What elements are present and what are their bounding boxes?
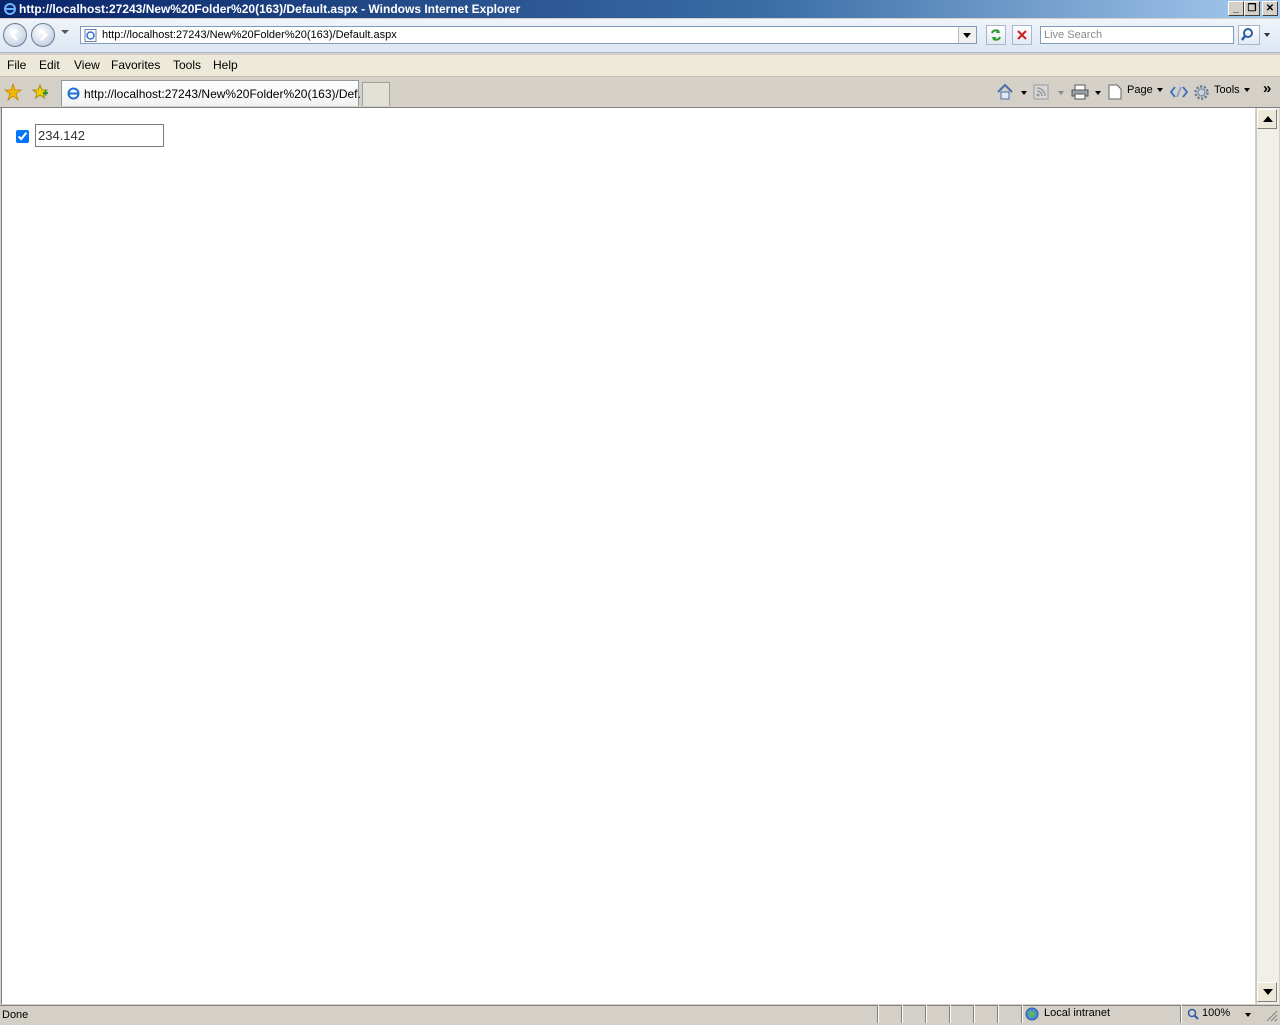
scroll-down-button[interactable]: [1257, 982, 1277, 1002]
status-divider: [1180, 1005, 1181, 1023]
scroll-up-button[interactable]: [1257, 109, 1277, 129]
status-divider: [973, 1005, 974, 1023]
magnifier-icon: [1241, 28, 1253, 41]
minimize-button[interactable]: _: [1228, 1, 1244, 16]
gear-icon: [1193, 84, 1210, 104]
feeds-icon[interactable]: [1033, 84, 1049, 103]
page-menu[interactable]: Page: [1127, 84, 1163, 96]
address-text[interactable]: http://localhost:27243/New%20Folder%20(1…: [102, 29, 397, 41]
search-box[interactable]: [1040, 26, 1234, 44]
title-bar: http://localhost:27243/New%20Folder%20(1…: [0, 0, 1280, 18]
ie-logo-icon: [3, 2, 17, 16]
tools-menu-label: Tools: [1214, 84, 1240, 96]
intranet-globe-icon: [1025, 1007, 1041, 1024]
menu-help[interactable]: Help: [213, 58, 238, 72]
research-icon[interactable]: [1169, 85, 1189, 102]
status-divider: [1021, 1005, 1022, 1023]
search-input[interactable]: [1044, 29, 1230, 41]
tab-label: http://localhost:27243/New%20Folder%20(1…: [84, 87, 368, 101]
menu-edit[interactable]: Edit: [39, 58, 60, 72]
recent-pages-dropdown[interactable]: [61, 30, 69, 34]
close-button[interactable]: ✕: [1262, 1, 1278, 16]
print-icon[interactable]: [1071, 84, 1089, 103]
page-content: [1, 108, 1255, 1004]
page-menu-icon: [1108, 84, 1122, 103]
window-title: http://localhost:27243/New%20Folder%20(1…: [19, 2, 521, 16]
tab-current-page[interactable]: http://localhost:27243/New%20Folder%20(1…: [61, 80, 368, 106]
status-divider: [997, 1005, 998, 1023]
refresh-button[interactable]: [986, 25, 1006, 45]
favorites-center-icon[interactable]: [3, 82, 23, 104]
back-button[interactable]: [3, 23, 27, 47]
stop-icon: [1017, 30, 1027, 40]
home-icon[interactable]: [996, 83, 1014, 104]
ie-page-icon: [66, 86, 81, 104]
vertical-scrollbar[interactable]: [1256, 108, 1279, 1004]
stop-button[interactable]: [1012, 25, 1032, 45]
address-bar[interactable]: http://localhost:27243/New%20Folder%20(1…: [80, 26, 977, 44]
menu-favorites[interactable]: Favorites: [111, 58, 160, 72]
address-dropdown-button[interactable]: [958, 27, 976, 43]
menu-file[interactable]: File: [7, 58, 26, 72]
status-divider: [877, 1005, 878, 1023]
forward-button[interactable]: [31, 23, 55, 47]
forward-arrow-icon: [40, 29, 48, 41]
status-divider: [901, 1005, 902, 1023]
status-divider: [949, 1005, 950, 1023]
add-favorites-icon[interactable]: [31, 83, 49, 104]
search-options-dropdown[interactable]: [1264, 33, 1270, 37]
value-textbox[interactable]: [35, 124, 164, 147]
menu-tools[interactable]: Tools: [173, 58, 201, 72]
resize-grip-icon[interactable]: [1266, 1010, 1278, 1025]
restore-button[interactable]: ❐: [1244, 1, 1260, 16]
status-divider: [925, 1005, 926, 1023]
zoom-level[interactable]: 100%: [1202, 1007, 1230, 1019]
back-arrow-icon: [10, 29, 18, 41]
zoom-icon: [1187, 1008, 1199, 1023]
security-zone[interactable]: Local intranet: [1044, 1007, 1110, 1019]
new-tab-button[interactable]: [362, 82, 390, 106]
chevron-more-icon[interactable]: »: [1263, 80, 1271, 97]
page-icon: [84, 29, 98, 45]
page-menu-label: Page: [1127, 84, 1153, 96]
print-dropdown[interactable]: [1095, 91, 1101, 95]
search-button[interactable]: [1238, 25, 1260, 45]
zoom-dropdown[interactable]: [1245, 1013, 1251, 1017]
menu-view[interactable]: View: [74, 58, 100, 72]
tools-menu[interactable]: Tools: [1214, 84, 1250, 96]
home-dropdown[interactable]: [1021, 91, 1027, 95]
feeds-dropdown[interactable]: [1058, 91, 1064, 95]
page-checkbox[interactable]: [16, 130, 29, 143]
menu-bar: File Edit View Favorites Tools Help: [0, 55, 1280, 77]
status-text: Done: [2, 1009, 29, 1021]
refresh-icon: [991, 29, 1001, 41]
